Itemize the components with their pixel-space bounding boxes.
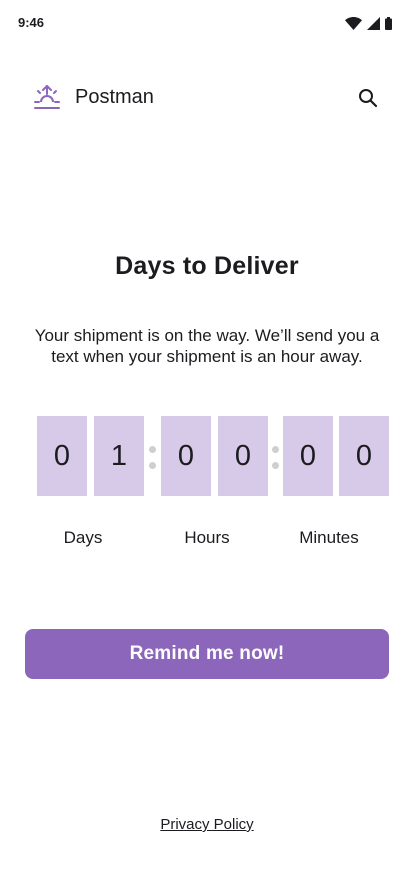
app-bar: Postman xyxy=(0,76,414,120)
battery-icon xyxy=(385,16,392,30)
days-digit-tens: 0 xyxy=(37,416,87,496)
minutes-digit-tens: 0 xyxy=(283,416,333,496)
app-title: Postman xyxy=(75,86,154,108)
status-time: 9:46 xyxy=(18,15,45,30)
remind-me-button[interactable]: Remind me now! xyxy=(25,629,389,679)
cell-signal-icon xyxy=(367,16,380,30)
minutes-digit-ones: 0 xyxy=(339,416,389,496)
status-bar: 9:46 xyxy=(0,0,414,46)
hours-digit-ones: 0 xyxy=(218,416,268,496)
hours-label: Hours xyxy=(184,528,230,547)
days-label: Days xyxy=(63,528,103,547)
search-button[interactable] xyxy=(354,84,382,112)
page-title: Days to Deliver xyxy=(115,252,299,280)
hours-digit-tens: 0 xyxy=(161,416,211,496)
wifi-icon xyxy=(345,16,362,30)
shipment-message: Your shipment is on the way. We’ll send … xyxy=(34,326,380,366)
sunrise-logo-icon xyxy=(34,85,60,109)
minutes-label: Minutes xyxy=(299,528,359,547)
status-icons xyxy=(345,15,392,31)
colon-separator xyxy=(272,446,279,470)
privacy-policy-link[interactable]: Privacy Policy xyxy=(0,816,414,833)
colon-separator xyxy=(149,446,156,470)
search-icon xyxy=(359,89,378,108)
days-digit-ones: 1 xyxy=(94,416,144,496)
